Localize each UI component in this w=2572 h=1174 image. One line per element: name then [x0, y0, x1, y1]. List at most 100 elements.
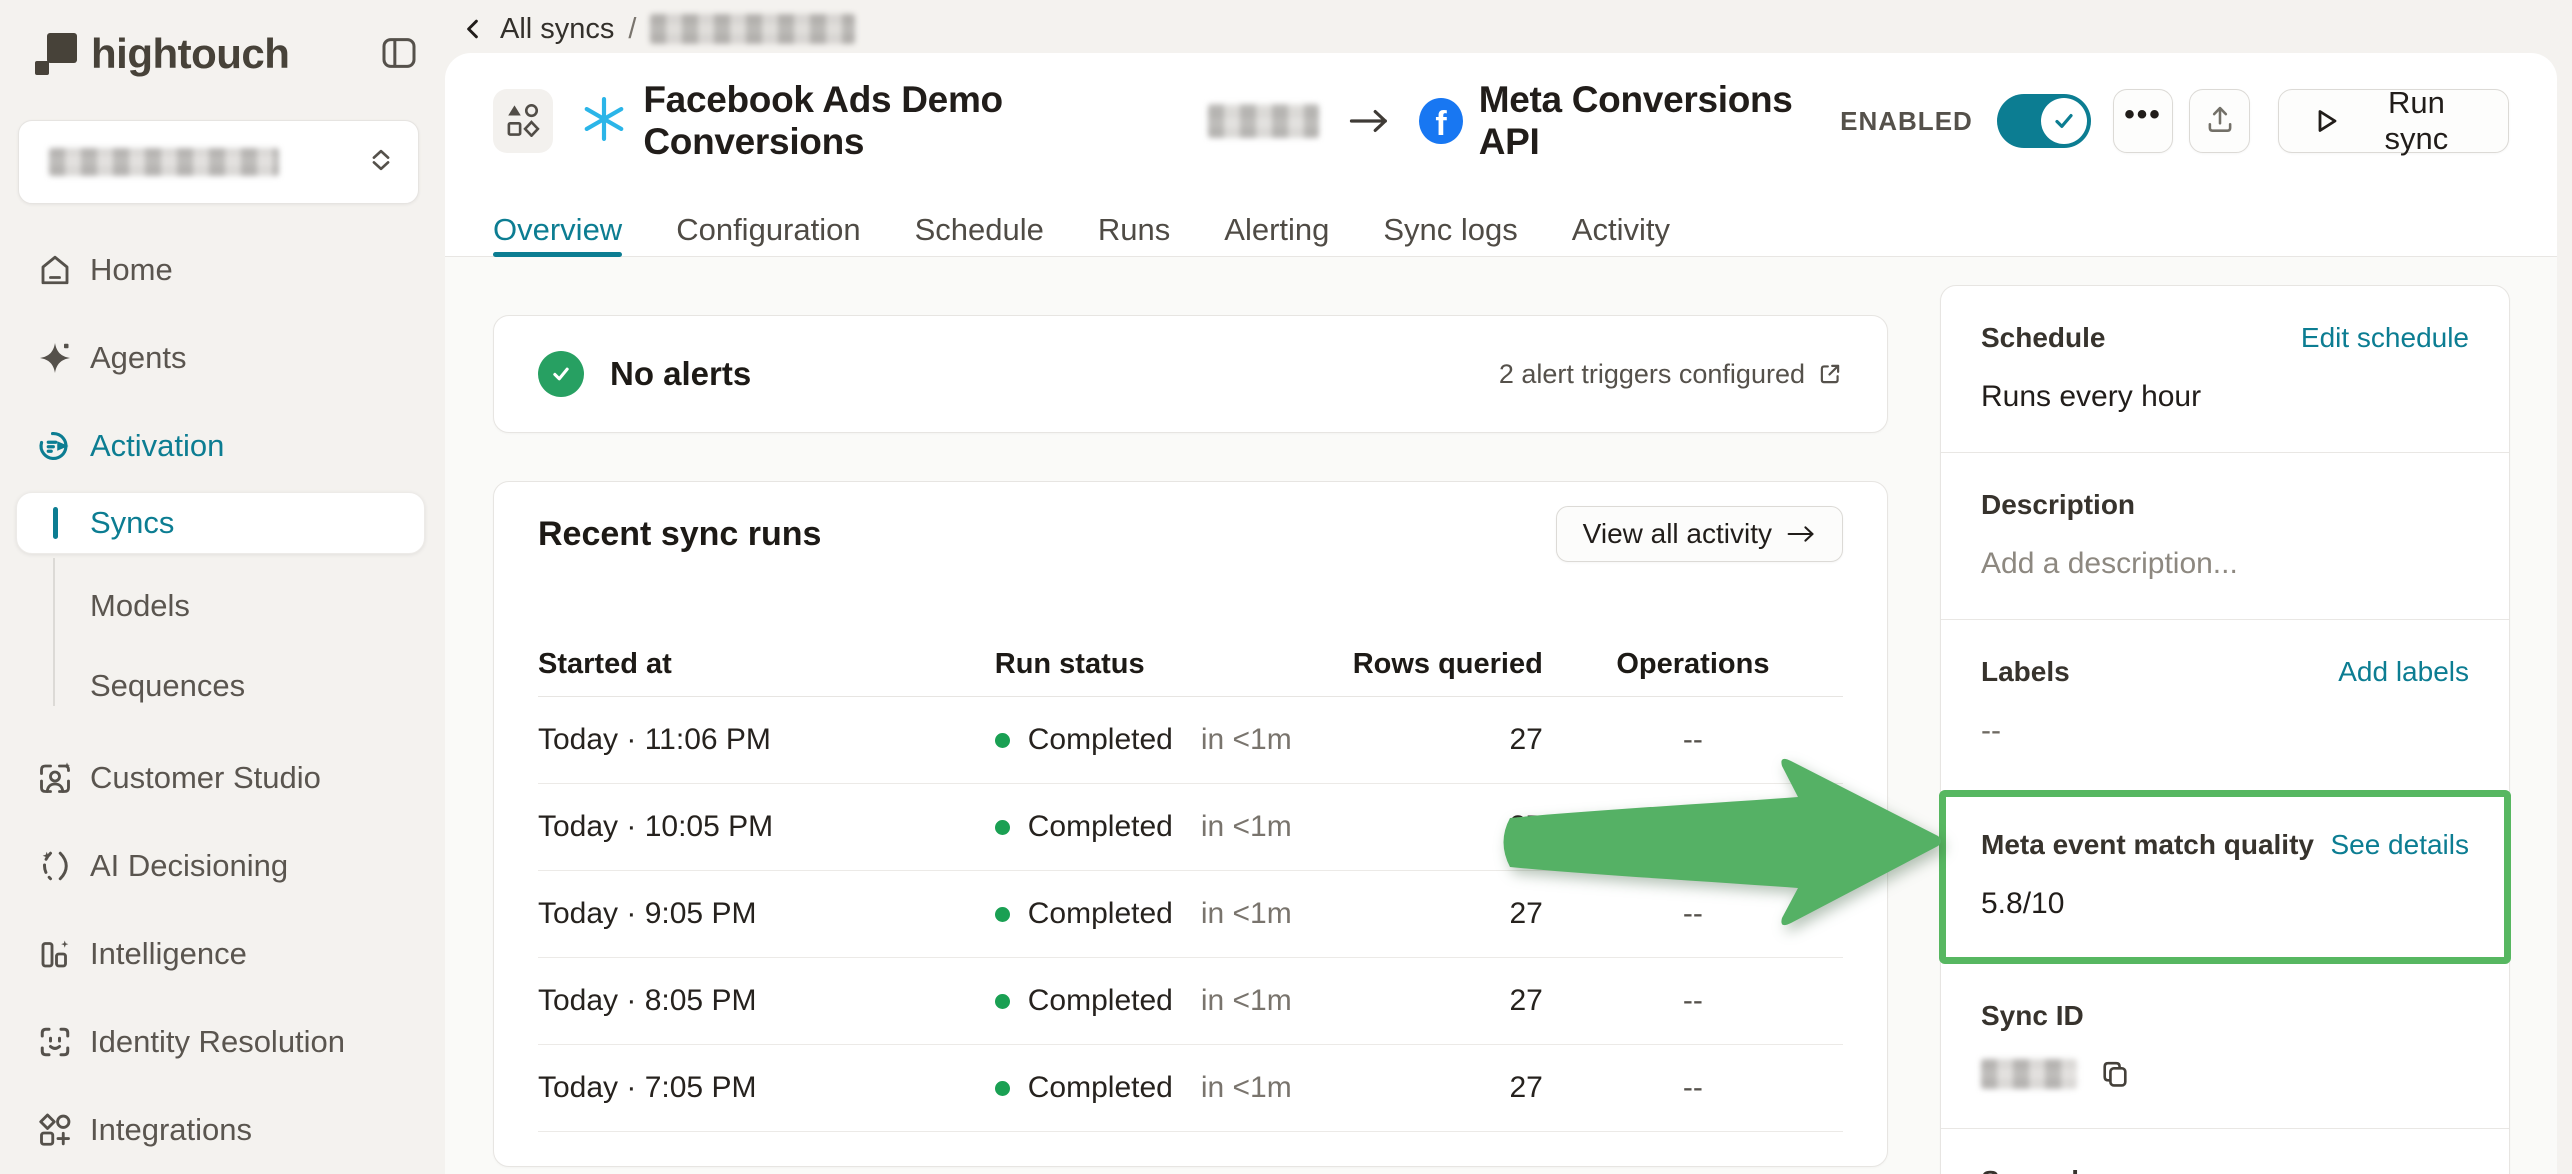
run-operations: -- [1543, 1071, 1843, 1105]
main-panel: Facebook Ads Demo Conversions f Meta Con… [445, 53, 2557, 1174]
arrow-right-icon [1786, 523, 1816, 545]
sidebar-item-customer-studio[interactable]: Customer Studio [20, 738, 425, 818]
tab-activity[interactable]: Activity [1572, 203, 1670, 256]
tab-runs[interactable]: Runs [1098, 203, 1170, 256]
table-row[interactable]: Today · 8:05 PM Completedin <1m 27 -- [538, 958, 1843, 1045]
destination-title: Meta Conversions API [1479, 79, 1840, 163]
table-row[interactable]: Today · 10:05 PM Completedin <1m 27 -- [538, 784, 1843, 871]
run-rows-queried: 27 [1321, 897, 1543, 931]
col-operations: Operations [1543, 648, 1843, 681]
table-row[interactable]: Today · 9:05 PM Completedin <1m 27 -- [538, 871, 1843, 958]
description-label: Description [1981, 489, 2135, 521]
sidebar-item-agents[interactable]: Agents [20, 318, 425, 398]
recent-sync-runs-card: Recent sync runs View all activity Start… [493, 481, 1888, 1167]
run-started-at: Today · 10:05 PM [538, 810, 995, 844]
arrow-right-icon [1347, 106, 1391, 136]
add-labels-link[interactable]: Add labels [2338, 656, 2469, 688]
sidebar-item-sequences[interactable]: Sequences [20, 648, 425, 724]
breadcrumb-separator: / [628, 13, 636, 46]
run-started-at: Today · 11:06 PM [538, 723, 995, 757]
sync-header: Facebook Ads Demo Conversions f Meta Con… [493, 89, 2509, 153]
run-started-at: Today · 7:05 PM [538, 1071, 995, 1105]
run-status: Completed [1028, 810, 1173, 844]
sidebar-item-label: Syncs [90, 505, 174, 541]
upload-icon [2204, 104, 2236, 139]
sidebar-collapse-button[interactable] [377, 32, 421, 76]
sync-runs-table: Started at Run status Rows queried Opera… [538, 632, 1843, 1132]
run-sync-label: Run sync [2357, 85, 2476, 157]
sync-enabled-toggle[interactable] [1997, 94, 2091, 148]
sidebar-item-home[interactable]: Home [20, 230, 425, 310]
sidebar-item-label: Intelligence [90, 936, 247, 972]
home-icon [36, 251, 74, 289]
sidebar-item-intelligence[interactable]: Intelligence [20, 914, 425, 994]
sync-id-section: Sync ID [1941, 964, 2509, 1128]
tab-alerting[interactable]: Alerting [1224, 203, 1329, 256]
sidebar-item-identity-resolution[interactable]: Identity Resolution [20, 1002, 425, 1082]
runs-card-title: Recent sync runs [538, 515, 821, 554]
workspace-selector[interactable] [18, 120, 419, 204]
title-suffix-redacted [1208, 104, 1319, 138]
run-duration: in <1m [1201, 723, 1292, 757]
sidebar-item-syncs[interactable]: Syncs [16, 492, 425, 554]
tab-bar: Overview Configuration Schedule Runs Ale… [493, 203, 1670, 256]
active-indicator-bar [53, 507, 58, 539]
sync-apps-grid-button[interactable] [493, 89, 553, 153]
sidebar-item-models[interactable]: Models [20, 568, 425, 644]
play-icon [2311, 106, 2341, 136]
sidebar-item-activation[interactable]: Activation [20, 406, 425, 486]
run-status: Completed [1028, 1071, 1173, 1105]
status-dot-icon [995, 994, 1010, 1009]
labels-value: -- [1981, 714, 2469, 748]
run-operations: -- [1543, 984, 1843, 1018]
alert-triggers-text: 2 alert triggers configured [1499, 359, 1805, 390]
match-quality-value: 5.8/10 [1981, 887, 2469, 921]
run-rows-queried: 27 [1321, 1071, 1543, 1105]
status-dot-icon [995, 733, 1010, 748]
hightouch-logo-icon [33, 31, 79, 77]
run-duration: in <1m [1201, 984, 1292, 1018]
sidebar-item-label: Agents [90, 340, 187, 376]
source-title: Facebook Ads Demo Conversions [643, 79, 1200, 163]
more-options-button[interactable]: ••• [2113, 89, 2173, 153]
sidebar-item-integrations[interactable]: Integrations [20, 1090, 425, 1170]
tab-schedule[interactable]: Schedule [915, 203, 1044, 256]
breadcrumb: All syncs / [462, 8, 855, 50]
sidebar-item-label: Activation [90, 428, 224, 464]
sync-details-card: Schedule Edit schedule Runs every hour D… [1940, 285, 2510, 1174]
copy-sync-id-button[interactable] [2099, 1058, 2131, 1090]
export-button[interactable] [2189, 89, 2249, 153]
edit-schedule-link[interactable]: Edit schedule [2301, 322, 2469, 354]
table-header-row: Started at Run status Rows queried Opera… [538, 632, 1843, 697]
identity-resolution-icon [36, 1023, 74, 1061]
alert-triggers-link[interactable]: 2 alert triggers configured [1499, 359, 1843, 390]
activation-icon [36, 427, 74, 465]
external-link-icon [1817, 361, 1843, 387]
chevron-left-icon[interactable] [462, 17, 486, 41]
intelligence-icon [36, 935, 74, 973]
view-all-activity-button[interactable]: View all activity [1556, 506, 1843, 562]
run-sync-button[interactable]: Run sync [2278, 89, 2509, 153]
match-quality-label: Meta event match quality [1981, 829, 2314, 861]
status-dot-icon [995, 1081, 1010, 1096]
shapes-grid-icon [506, 103, 540, 140]
description-placeholder[interactable]: Add a description... [1981, 547, 2469, 581]
sidebar-collapse-icon [379, 33, 419, 76]
tab-overview[interactable]: Overview [493, 203, 622, 256]
tab-configuration[interactable]: Configuration [676, 203, 860, 256]
run-status: Completed [1028, 723, 1173, 757]
run-duration: in <1m [1201, 810, 1292, 844]
run-rows-queried: 27 [1321, 810, 1543, 844]
breadcrumb-all-syncs-link[interactable]: All syncs [500, 13, 614, 46]
run-started-at: Today · 8:05 PM [538, 984, 995, 1018]
sidebar-item-ai-decisioning[interactable]: AI Decisioning [20, 826, 425, 906]
table-row[interactable]: Today · 7:05 PM Completed in <1m 27 -- [538, 1045, 1843, 1132]
run-duration: in <1m [1201, 1071, 1292, 1105]
table-row[interactable]: Today · 11:06 PM Completedin <1m 27 -- [538, 697, 1843, 784]
run-operations: -- [1543, 897, 1843, 931]
tab-sync-logs[interactable]: Sync logs [1383, 203, 1517, 256]
see-details-link[interactable]: See details [2330, 829, 2469, 861]
sync-slug-section: Sync slug [1941, 1128, 2509, 1174]
breadcrumb-sync-name-redacted [650, 14, 855, 44]
sidebar-item-label: AI Decisioning [90, 848, 288, 884]
